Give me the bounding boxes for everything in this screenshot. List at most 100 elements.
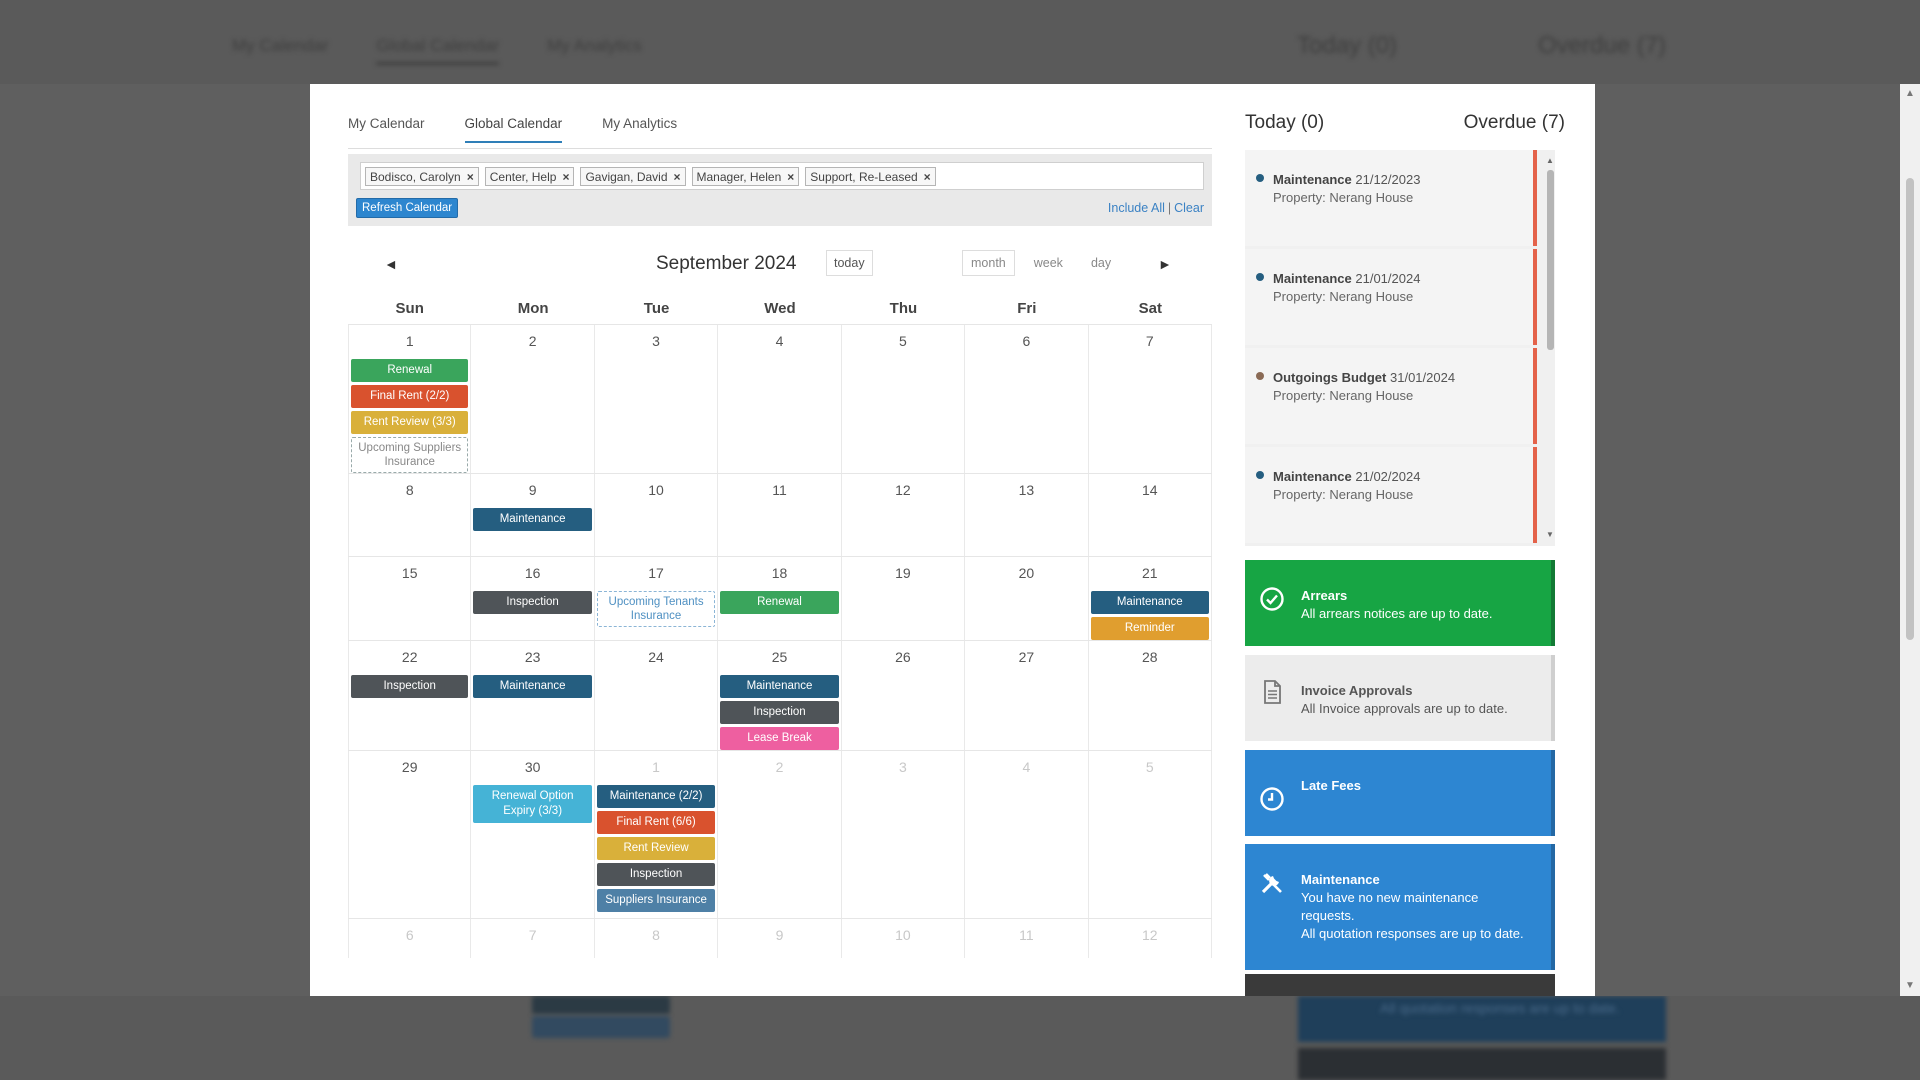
day-cell[interactable]: 17 Upcoming Tenants Insurance [595, 557, 719, 640]
day-cell[interactable]: 9 [718, 919, 842, 958]
overdue-item[interactable]: Maintenance 21/02/2024 Property: Nerang H… [1245, 447, 1537, 543]
refresh-calendar-button[interactable]: Refresh Calendar [356, 198, 459, 218]
day-cell[interactable]: 4 [718, 325, 842, 473]
calendar-event[interactable]: Lease Break [720, 727, 839, 750]
user-filter-input[interactable]: Bodisco, Carolyn × Center, Help × Gavigan,… [360, 162, 1204, 190]
overdue-item[interactable]: Maintenance 21/12/2023 Property: Nerang H… [1245, 150, 1537, 246]
day-cell[interactable]: 28 [1089, 641, 1212, 750]
today-button[interactable]: today [826, 250, 873, 276]
day-cell[interactable]: 26 [842, 641, 966, 750]
invoice-approvals-card[interactable]: Invoice Approvals All Invoice approvals … [1245, 655, 1555, 741]
remove-chip-icon[interactable]: × [924, 170, 931, 184]
calendar-event[interactable]: Inspection [351, 675, 469, 698]
day-cell[interactable]: 27 [965, 641, 1089, 750]
scroll-thumb[interactable] [1906, 178, 1914, 640]
calendar-event[interactable]: Inspection [473, 591, 592, 614]
calendar-event[interactable]: Renewal Option Expiry (3/3) [473, 785, 592, 823]
calendar-event[interactable]: Rent Review [596, 837, 716, 860]
day-view-button[interactable]: day [1081, 250, 1121, 276]
day-cell[interactable]: 15 [348, 557, 472, 640]
calendar-event[interactable]: Maintenance [473, 508, 592, 531]
day-cell[interactable]: 18 Renewal [718, 557, 842, 640]
calendar-event[interactable]: Suppliers Insurance [596, 889, 716, 912]
day-cell[interactable]: 12 [1089, 919, 1212, 958]
day-cell[interactable]: 2 [718, 751, 842, 918]
calendar-event[interactable]: Final Rent (6/6) [596, 811, 716, 834]
day-cell[interactable]: 25 Maintenance Inspection Lease Break [718, 641, 842, 750]
scroll-thumb[interactable] [1547, 170, 1554, 350]
calendar-event[interactable]: Rent Review (3/3) [351, 411, 469, 434]
calendar-event[interactable]: Maintenance (2/2) [596, 785, 716, 808]
scroll-down-icon[interactable]: ▼ [1905, 980, 1915, 991]
overdue-count[interactable]: Overdue (7) [1464, 112, 1565, 134]
modal-scrollbar[interactable]: ▲ ▼ [1900, 84, 1920, 996]
day-cell[interactable]: 3 [842, 751, 966, 918]
include-all-link[interactable]: Include All [1108, 201, 1165, 215]
day-cell[interactable]: 29 [348, 751, 472, 918]
day-cell[interactable]: 12 [842, 474, 966, 556]
day-cell[interactable]: 4 [965, 751, 1089, 918]
day-cell[interactable]: 11 [965, 919, 1089, 958]
clear-link[interactable]: Clear [1174, 201, 1204, 215]
day-cell[interactable]: 6 [965, 325, 1089, 473]
prev-month-icon[interactable]: ◄ [384, 256, 398, 272]
maintenance-card[interactable]: Maintenance You have no new maintenance … [1245, 844, 1555, 970]
calendar-event[interactable]: Upcoming Suppliers Insurance [351, 437, 469, 473]
month-view-button[interactable]: month [962, 250, 1015, 276]
day-cell[interactable]: 7 [1089, 325, 1212, 473]
day-cell[interactable]: 6 [348, 919, 472, 958]
day-cell[interactable]: 21 Maintenance Reminder [1089, 557, 1212, 640]
remove-chip-icon[interactable]: × [787, 170, 794, 184]
scroll-up-icon[interactable]: ▲ [1546, 156, 1554, 165]
backdrop-footer: All quotation responses are up to date. [0, 996, 1920, 1080]
next-month-icon[interactable]: ► [1158, 256, 1172, 272]
day-cell[interactable]: 8 [595, 919, 719, 958]
day-cell[interactable]: 13 [965, 474, 1089, 556]
overdue-item[interactable]: Maintenance 21/01/2024 Property: Nerang H… [1245, 249, 1537, 345]
day-cell[interactable]: 3 [595, 325, 719, 473]
day-cell[interactable]: 10 [595, 474, 719, 556]
overdue-scrollbar[interactable]: ▲ ▼ [1545, 156, 1555, 540]
day-cell[interactable]: 24 [595, 641, 719, 750]
calendar-event[interactable]: Final Rent (2/2) [351, 385, 469, 408]
arrears-card[interactable]: Arrears All arrears notices are up to da… [1245, 560, 1555, 646]
calendar-event[interactable]: Maintenance [720, 675, 839, 698]
day-cell[interactable]: 5 [1089, 751, 1212, 918]
tab-global-calendar[interactable]: Global Calendar [464, 116, 563, 143]
day-cell[interactable]: 14 [1089, 474, 1212, 556]
remove-chip-icon[interactable]: × [467, 170, 474, 184]
tab-my-calendar[interactable]: My Calendar [348, 116, 425, 143]
calendar-event[interactable]: Maintenance [473, 675, 592, 698]
day-cell[interactable]: 20 [965, 557, 1089, 640]
remove-chip-icon[interactable]: × [562, 170, 569, 184]
day-cell[interactable]: 2 [471, 325, 595, 473]
day-cell[interactable]: 22 Inspection [348, 641, 472, 750]
late-fees-card[interactable]: Late Fees [1245, 750, 1555, 836]
day-cell[interactable]: 16 Inspection [471, 557, 595, 640]
day-cell[interactable]: 8 [348, 474, 472, 556]
calendar-event[interactable]: Maintenance [1090, 591, 1209, 614]
calendar-event[interactable]: Inspection [720, 701, 839, 724]
overdue-item[interactable]: Outgoings Budget 31/01/2024 Property: Ner… [1245, 348, 1537, 444]
calendar-event[interactable]: Renewal [351, 359, 469, 382]
day-cell[interactable]: 1 Maintenance (2/2) Final Rent (6/6) Rent R… [595, 751, 719, 918]
scroll-up-icon[interactable]: ▲ [1905, 88, 1915, 99]
day-cell[interactable]: 23 Maintenance [471, 641, 595, 750]
day-cell[interactable]: 11 [718, 474, 842, 556]
day-cell[interactable]: 7 [471, 919, 595, 958]
calendar-event[interactable]: Upcoming Tenants Insurance [596, 591, 716, 627]
scroll-down-icon[interactable]: ▼ [1546, 530, 1554, 539]
day-cell[interactable]: 1 Renewal Final Rent (2/2) Rent Review (3/3… [348, 325, 472, 473]
tab-my-analytics[interactable]: My Analytics [602, 116, 677, 143]
day-cell[interactable]: 9 Maintenance [471, 474, 595, 556]
day-cell[interactable]: 19 [842, 557, 966, 640]
calendar-event[interactable]: Renewal [720, 591, 839, 614]
today-count[interactable]: Today (0) [1245, 112, 1324, 133]
day-cell[interactable]: 5 [842, 325, 966, 473]
day-cell[interactable]: 30 Renewal Option Expiry (3/3) [471, 751, 595, 918]
calendar-event[interactable]: Reminder [1090, 617, 1209, 640]
remove-chip-icon[interactable]: × [674, 170, 681, 184]
week-view-button[interactable]: week [1024, 250, 1072, 276]
day-cell[interactable]: 10 [842, 919, 966, 958]
calendar-event[interactable]: Inspection [596, 863, 716, 886]
